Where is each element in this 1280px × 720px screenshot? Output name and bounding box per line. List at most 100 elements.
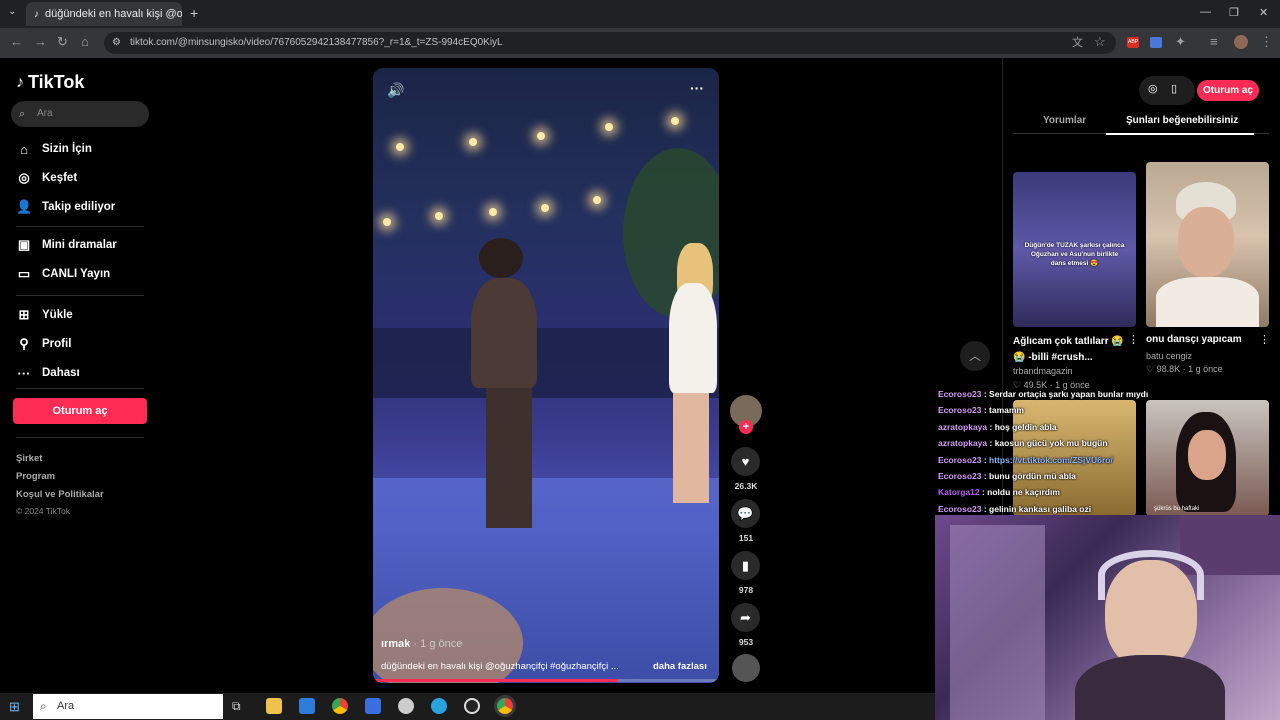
sidebar-item-label: Keşfet	[42, 172, 78, 184]
translate-icon[interactable]: 文	[1072, 34, 1083, 50]
share-button[interactable]: ➦	[731, 603, 760, 632]
dancer-woman	[669, 283, 717, 393]
restore-icon[interactable]: ❐	[1229, 6, 1239, 19]
save-button[interactable]: ▮	[731, 551, 760, 580]
translate-extension-icon[interactable]	[1150, 37, 1162, 48]
sidebar-item-profile[interactable]: ⚲ Profil	[16, 334, 71, 354]
bookmark-star-icon[interactable]: ☆	[1094, 34, 1106, 50]
windows-start-icon[interactable]: ⊞	[9, 699, 20, 715]
sidebar-item-explore[interactable]: ◎ Keşfet	[16, 168, 77, 188]
card-title[interactable]: Ağlıcam çok tatlılarr 😭 😭 -billi #crush.…	[1013, 334, 1129, 365]
extensions-puzzle-icon[interactable]: ✦	[1175, 34, 1186, 50]
browser-menu-icon[interactable]: ⋮	[1260, 34, 1273, 50]
profile-avatar-icon[interactable]	[1234, 35, 1248, 49]
video-thumbnail[interactable]	[1146, 162, 1269, 327]
footer-link-company[interactable]: Şirket	[16, 453, 42, 464]
sidebar-item-label: Sizin İçin	[42, 143, 92, 155]
browser-tab[interactable]: ♪ düğündeki en havalı kişi @oğuz ✕	[26, 2, 182, 26]
minimize-icon[interactable]: —	[1200, 6, 1211, 18]
active-tab-indicator	[1106, 133, 1254, 135]
headphones	[1098, 550, 1204, 600]
taskbar-search-input[interactable]: ⌕ Ara	[33, 694, 223, 719]
dancer-man	[471, 278, 537, 388]
chrome-icon[interactable]	[332, 698, 348, 714]
chat-text: Serdar ortaçia şarkı yapan bunlar mıydı	[989, 389, 1149, 399]
more-description-button[interactable]: daha fazlası	[653, 661, 707, 672]
music-disc-avatar[interactable]	[732, 654, 760, 682]
video-progress-fill	[373, 679, 618, 682]
chrome-active-icon[interactable]	[497, 698, 513, 714]
video-player[interactable]	[373, 68, 719, 683]
task-view-icon[interactable]: ⧉	[232, 699, 241, 714]
video-author[interactable]: ırmak	[381, 638, 410, 650]
volume-icon[interactable]: 🔊	[387, 82, 404, 99]
follow-plus-icon[interactable]: +	[739, 420, 753, 434]
search-icon: ⌕	[40, 699, 47, 713]
sidebar-item-mini-dramas[interactable]: ▣ Mini dramalar	[16, 235, 117, 255]
light-decoration	[605, 123, 613, 131]
forward-icon[interactable]: →	[34, 34, 47, 49]
sidebar-item-more[interactable]: ··· Dahası	[16, 363, 80, 383]
video-author-line: ırmak · 1 g önce	[381, 638, 462, 650]
sidebar-item-label: CANLI Yayın	[42, 268, 111, 280]
login-button[interactable]: Oturum aç	[13, 398, 147, 424]
back-icon[interactable]: ←	[10, 34, 23, 49]
media-control-icon[interactable]: ≡	[1210, 34, 1218, 49]
url-field[interactable]: tiktok.com/@minsungisko/video/7676052942…	[104, 32, 1116, 54]
tiktok-logo[interactable]: ♪ TikTok	[16, 72, 84, 93]
sidebar-divider	[16, 295, 144, 296]
new-tab-icon[interactable]: +	[190, 5, 198, 21]
chat-text: noldu ne kaçırdım	[987, 487, 1060, 498]
chat-message: Ecoroso23 : bunu gördün mü abla	[938, 468, 1198, 484]
chat-text: bunu gördün mü abla	[989, 470, 1076, 481]
sidebar-divider	[16, 437, 144, 438]
app-icon[interactable]	[365, 698, 381, 714]
card-more-icon[interactable]: ⋮	[1128, 333, 1139, 346]
sidebar-item-following[interactable]: 👤 Takip ediliyor	[16, 197, 115, 217]
close-window-icon[interactable]: ✕	[1259, 6, 1268, 19]
sidebar-item-label: Dahası	[42, 367, 80, 379]
copyright: © 2024 TikTok	[16, 506, 70, 516]
home-browser-icon[interactable]: ⌂	[81, 34, 89, 49]
video-more-icon[interactable]: ···	[690, 80, 704, 96]
telegram-icon[interactable]	[431, 698, 447, 714]
thumbnail-caption: Düğün'de TUZAK şarkısı çalınca Oğuzhan v…	[1024, 242, 1125, 267]
tab-list-icon[interactable]: ⌄	[8, 6, 16, 17]
chat-username: Ecoroso23	[938, 389, 982, 399]
compass-small-icon[interactable]: ◎	[1148, 82, 1158, 95]
site-info-icon[interactable]: ⚙	[112, 37, 121, 48]
share-count: 953	[738, 637, 754, 647]
store-icon[interactable]	[299, 698, 315, 714]
sidebar-item-label: Takip ediliyor	[42, 201, 116, 213]
card-title[interactable]: onu dansçı yapıcam	[1146, 334, 1242, 345]
chat-username: Katorga12	[938, 487, 980, 498]
right-login-button[interactable]: Oturum aç	[1197, 80, 1259, 101]
sidebar-item-for-you[interactable]: ⌂ Sizin İçin	[16, 139, 92, 159]
like-button[interactable]: ♥	[731, 447, 760, 476]
footer-link-terms[interactable]: Koşul ve Politikalar	[16, 489, 104, 500]
sidebar-item-live[interactable]: ▭ CANLI Yayın	[16, 264, 110, 284]
video-thumbnail[interactable]: Düğün'de TUZAK şarkısı çalınca Oğuzhan v…	[1013, 172, 1136, 327]
file-explorer-icon[interactable]	[266, 698, 282, 714]
scroll-up-button[interactable]: ︿	[960, 341, 990, 371]
reload-icon[interactable]: ↻	[57, 34, 68, 50]
footer-link-program[interactable]: Program	[16, 471, 55, 482]
steam-icon[interactable]	[398, 698, 414, 714]
tab-suggested[interactable]: Şunları beğenebilirsiniz	[1126, 115, 1238, 126]
card-author[interactable]: batu cengiz	[1146, 351, 1192, 361]
search-input[interactable]: ⌕ Ara	[11, 101, 149, 127]
device-icon[interactable]: ▯	[1171, 82, 1177, 95]
sidebar-item-upload[interactable]: ⊞ Yükle	[16, 305, 73, 325]
tables-area	[373, 328, 719, 398]
chat-link[interactable]: https://vt.tiktok.com/ZSjVU6ro/	[989, 455, 1113, 465]
save-count: 978	[738, 585, 754, 595]
tab-comments[interactable]: Yorumlar	[1043, 115, 1086, 126]
url-text: tiktok.com/@minsungisko/video/7676052942…	[130, 37, 503, 48]
comment-button[interactable]: 💬	[731, 499, 760, 528]
card-author[interactable]: trbandmagazin	[1013, 366, 1073, 376]
chat-message: Ecoroso23 : Serdar ortaçia şarkı yapan b…	[938, 386, 1198, 402]
like-count: 26.3K	[734, 481, 758, 491]
card-more-icon[interactable]: ⋮	[1259, 333, 1270, 346]
adblock-extension-icon[interactable]: ABP	[1127, 37, 1139, 48]
obs-icon[interactable]	[464, 698, 480, 714]
